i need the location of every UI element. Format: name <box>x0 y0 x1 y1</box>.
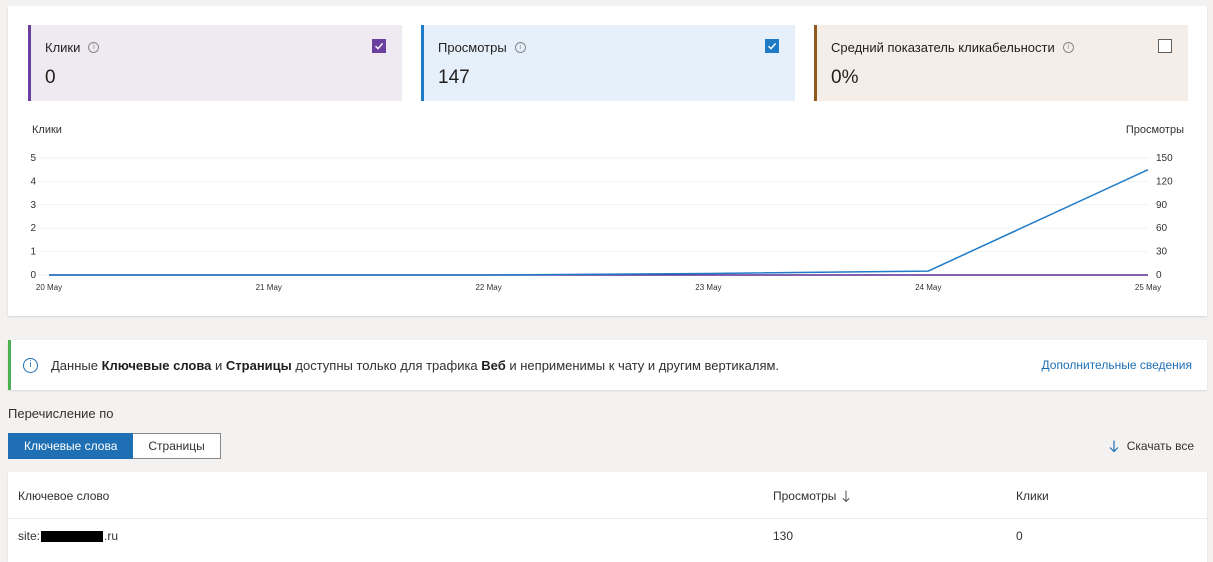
tab-pages[interactable]: Страницы <box>133 433 221 459</box>
right-tick-label: 60 <box>1156 223 1168 234</box>
x-tick-label: 22 May <box>475 283 501 292</box>
keywords-table: Ключевое слово Просмотры Клики site: .ru … <box>8 472 1207 562</box>
series-line-views <box>49 169 1149 276</box>
download-icon <box>1109 440 1119 452</box>
info-circle-icon: i <box>23 357 38 373</box>
right-axis-label: Просмотры <box>1126 124 1184 136</box>
left-tick-label: 4 <box>30 176 36 187</box>
right-tick-label: 30 <box>1156 247 1168 258</box>
info-banner-text: Данные Ключевые слова и Страницы доступн… <box>51 357 780 373</box>
x-tick-label: 25 May <box>1135 283 1161 292</box>
left-tick-label: 2 <box>30 223 36 234</box>
column-header-clicks[interactable]: Клики <box>1016 489 1049 503</box>
left-axis-label: Клики <box>32 124 62 136</box>
download-all-label: Скачать все <box>1126 439 1194 453</box>
column-header-keyword[interactable]: Ключевое слово <box>18 489 109 503</box>
table-row-views: 130 <box>773 529 794 543</box>
right-tick-label: 90 <box>1156 200 1168 211</box>
left-tick-label: 5 <box>30 153 36 164</box>
left-tick-label: 3 <box>30 200 36 211</box>
x-tick-label: 21 May <box>256 283 282 292</box>
more-info-link[interactable]: Дополнительные сведения <box>1042 358 1192 372</box>
tab-keywords[interactable]: Ключевые слова <box>8 433 134 459</box>
sort-descending-icon <box>842 490 851 502</box>
redacted-block <box>41 531 104 543</box>
x-tick-label: 24 May <box>915 283 941 292</box>
info-banner: i Данные Ключевые слова и Страницы досту… <box>8 340 1207 390</box>
left-tick-label: 0 <box>30 270 36 281</box>
right-tick-label: 0 <box>1156 270 1162 281</box>
x-tick-label: 23 May <box>695 283 721 292</box>
left-tick-label: 1 <box>30 247 36 258</box>
column-header-views[interactable]: Просмотры <box>773 489 851 503</box>
performance-panel: Клики i 0 Просмотры i 147 Средний показа… <box>8 6 1207 316</box>
view-toggle: Ключевые слова Страницы <box>8 433 221 459</box>
table-row-clicks: 0 <box>1016 529 1023 543</box>
right-tick-label: 150 <box>1156 153 1173 164</box>
x-tick-label: 20 May <box>36 283 62 292</box>
right-tick-label: 120 <box>1156 176 1173 187</box>
performance-chart: Клики Просмотры 0 0 1 30 2 60 3 90 4 120 5 150 20 May 2… <box>30 124 1184 292</box>
table-row-keyword[interactable]: site: .ru <box>18 529 118 543</box>
divider <box>8 518 1207 519</box>
enumerate-by-label: Перечисление по <box>8 406 114 421</box>
download-all-button[interactable]: Скачать все <box>1109 439 1194 453</box>
